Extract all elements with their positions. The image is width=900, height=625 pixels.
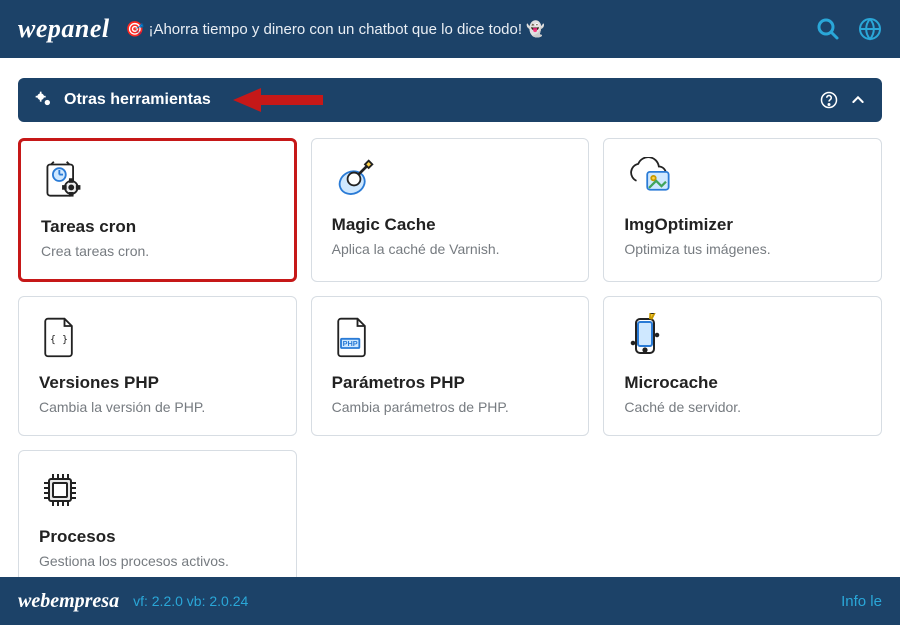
help-icon[interactable] <box>820 91 838 109</box>
microcache-icon <box>624 315 861 359</box>
svg-text:{ }: { } <box>50 335 68 346</box>
search-icon[interactable] <box>816 17 840 41</box>
card-title: Magic Cache <box>332 215 569 235</box>
card-microcache[interactable]: Microcache Caché de servidor. <box>603 296 882 436</box>
card-desc: Optimiza tus imágenes. <box>624 241 861 257</box>
card-desc: Cambia la versión de PHP. <box>39 399 276 415</box>
chevron-up-icon[interactable] <box>850 92 866 108</box>
promo-text: 🎯 ¡Ahorra tiempo y dinero con un chatbot… <box>126 20 545 38</box>
card-desc: Caché de servidor. <box>624 399 861 415</box>
card-title: Microcache <box>624 373 861 393</box>
cron-icon <box>41 159 274 203</box>
card-procesos[interactable]: Procesos Gestiona los procesos activos. <box>18 450 297 590</box>
footer-brand: webempresa <box>18 590 119 613</box>
php-settings-icon: PHP <box>332 315 569 359</box>
section-header-otras-herramientas[interactable]: Otras herramientas <box>18 78 882 122</box>
content-area: Otras herramientas <box>0 58 900 590</box>
brand-logo: wepanel <box>18 14 110 44</box>
php-version-icon: { } <box>39 315 276 359</box>
magic-cache-icon <box>332 157 569 201</box>
card-tareas-cron[interactable]: Tareas cron Crea tareas cron. <box>18 138 297 282</box>
globe-icon[interactable] <box>858 17 882 41</box>
tools-grid: Tareas cron Crea tareas cron. Magic Cach… <box>18 138 882 590</box>
card-title: Procesos <box>39 527 276 547</box>
card-magic-cache[interactable]: Magic Cache Aplica la caché de Varnish. <box>311 138 590 282</box>
card-imgoptimizer[interactable]: ImgOptimizer Optimiza tus imágenes. <box>603 138 882 282</box>
card-title: Versiones PHP <box>39 373 276 393</box>
card-desc: Gestiona los procesos activos. <box>39 553 276 569</box>
section-title: Otras herramientas <box>64 91 211 109</box>
card-desc: Aplica la caché de Varnish. <box>332 241 569 257</box>
tools-icon <box>34 90 54 110</box>
card-title: Parámetros PHP <box>332 373 569 393</box>
card-parametros-php[interactable]: PHP Parámetros PHP Cambia parámetros de … <box>311 296 590 436</box>
footer-bar: webempresa vf: 2.2.0 vb: 2.0.24 Info le <box>0 577 900 625</box>
card-title: ImgOptimizer <box>624 215 861 235</box>
top-bar: wepanel 🎯 ¡Ahorra tiempo y dinero con un… <box>0 0 900 58</box>
card-desc: Cambia parámetros de PHP. <box>332 399 569 415</box>
highlight-arrow <box>233 85 323 115</box>
card-desc: Crea tareas cron. <box>41 243 274 259</box>
process-icon <box>39 469 276 513</box>
footer-info-link[interactable]: Info le <box>841 593 882 610</box>
svg-text:PHP: PHP <box>342 339 357 348</box>
imgoptimizer-icon <box>624 157 861 201</box>
card-versiones-php[interactable]: { } Versiones PHP Cambia la versión de P… <box>18 296 297 436</box>
card-title: Tareas cron <box>41 217 274 237</box>
footer-version: vf: 2.2.0 vb: 2.0.24 <box>133 593 248 609</box>
